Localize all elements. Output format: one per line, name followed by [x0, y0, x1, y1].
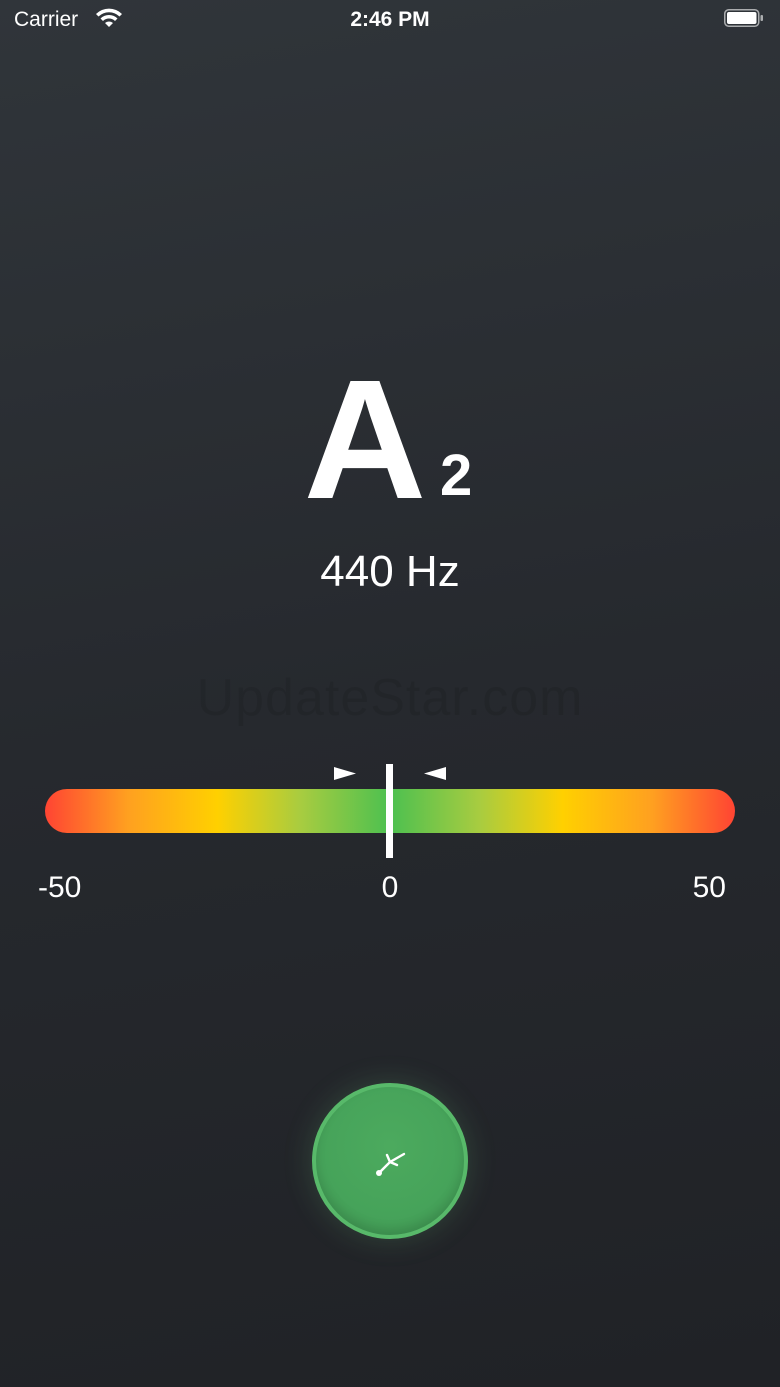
scale-center-label: 0: [381, 871, 399, 904]
status-bar: Carrier 2:46 PM: [0, 0, 780, 40]
note-octave: 2: [440, 443, 473, 508]
note-display: A 2: [0, 345, 780, 535]
tuning-fork-button[interactable]: [312, 1083, 468, 1239]
scale-max-label: 50: [692, 871, 726, 904]
frequency-readout: 440 Hz: [320, 547, 460, 596]
watermark: UpdateStar.com: [196, 669, 584, 727]
scale-min-label: -50: [38, 871, 82, 904]
arrow-left-icon: [424, 767, 446, 780]
tuning-fork-icon: [376, 1152, 406, 1176]
battery-icon: [724, 9, 763, 27]
note-letter: A: [303, 345, 427, 535]
arrow-right-icon: [334, 767, 356, 780]
status-time: 2:46 PM: [350, 8, 430, 31]
tuning-needle: [386, 764, 393, 858]
